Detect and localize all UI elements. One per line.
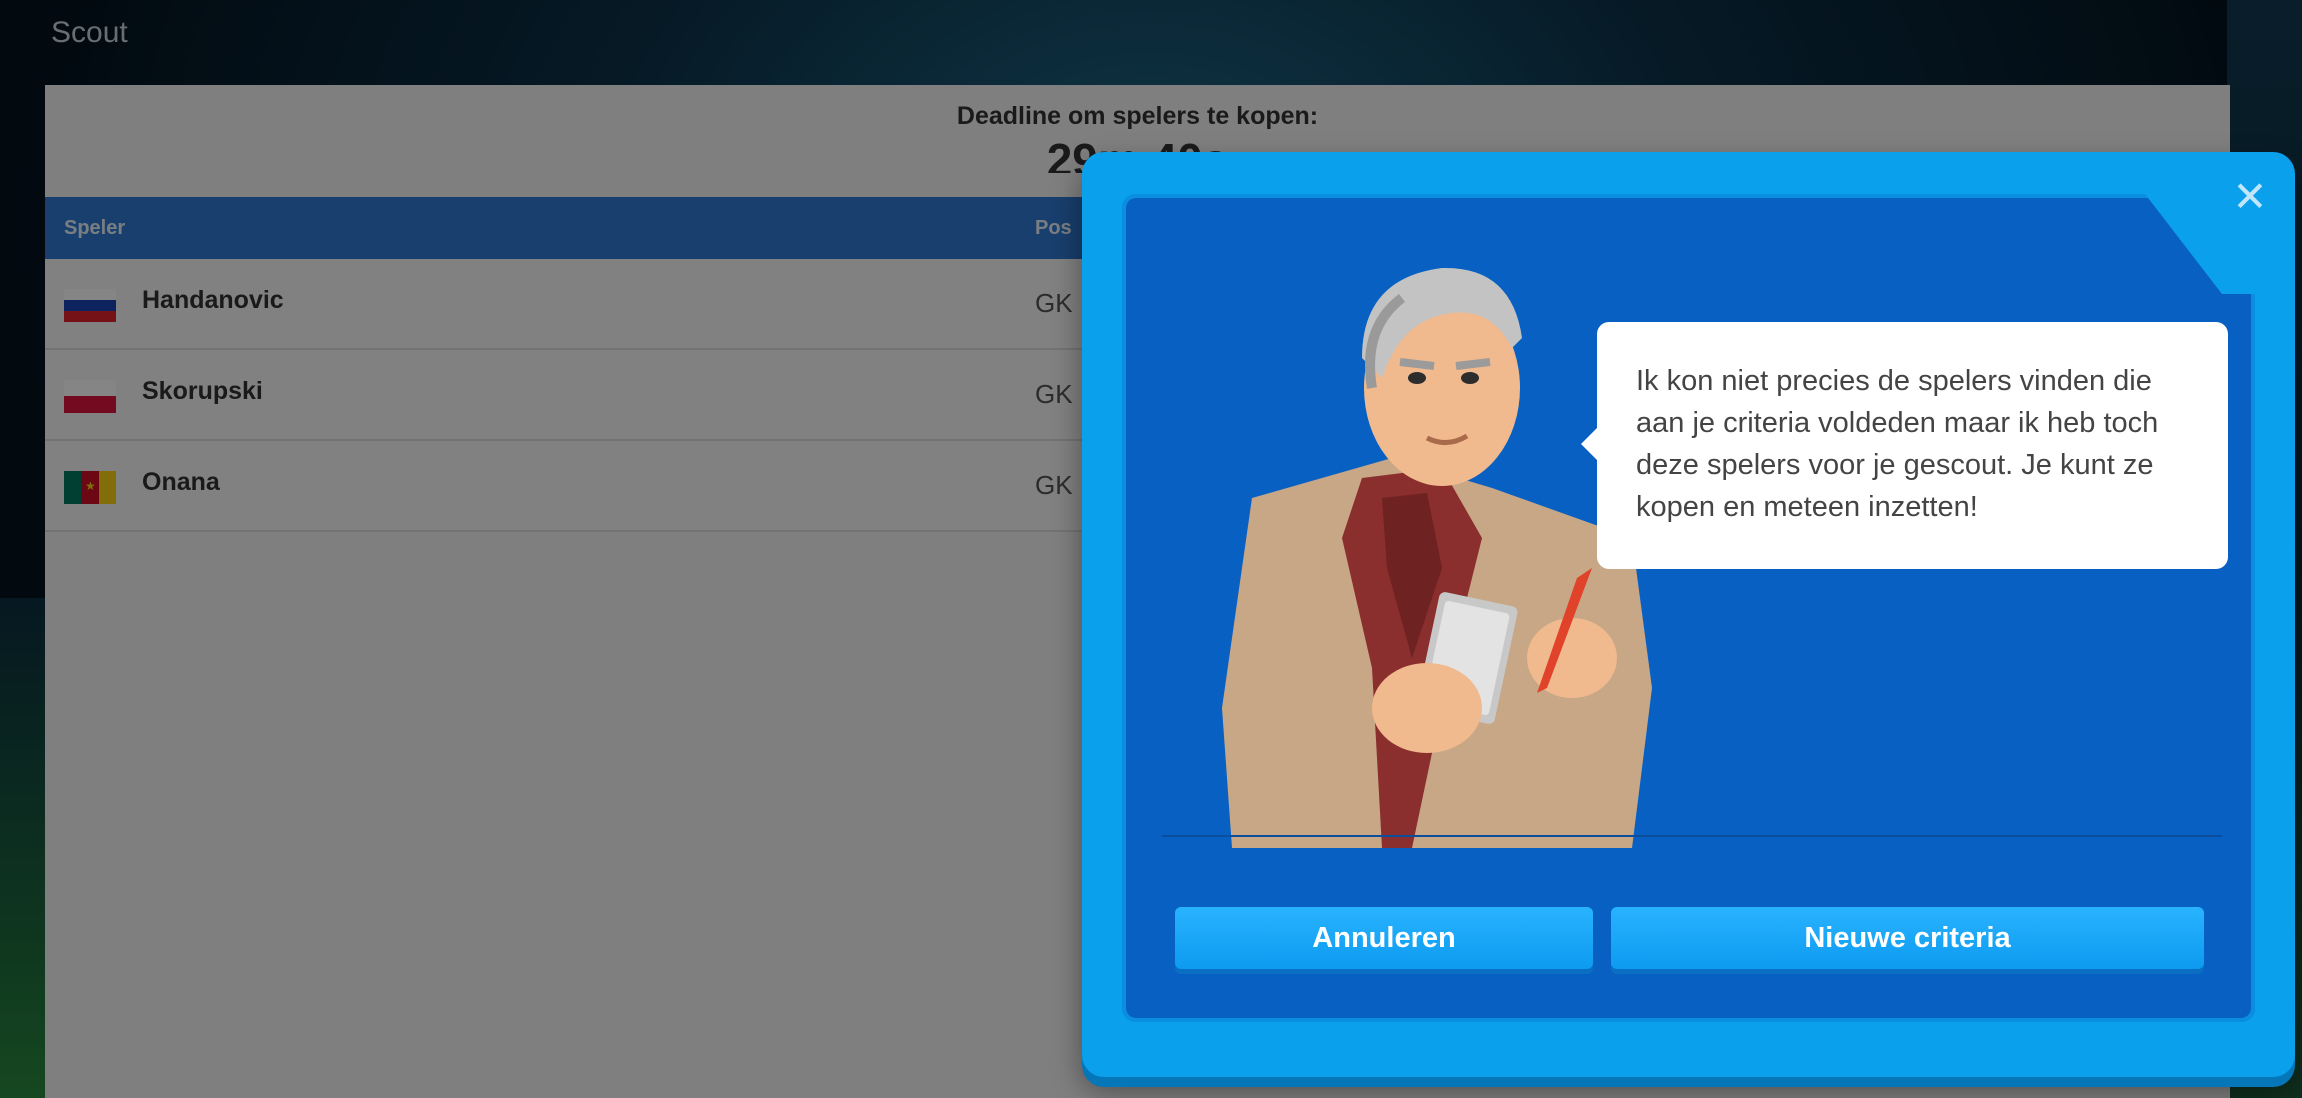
scout-dialog: Ik kon niet precies de spelers vinden di… bbox=[1082, 152, 2295, 1077]
close-icon[interactable]: ✕ bbox=[2230, 176, 2270, 218]
speech-bubble: Ik kon niet precies de spelers vinden di… bbox=[1581, 322, 2228, 569]
new-criteria-button[interactable]: Nieuwe criteria bbox=[1611, 907, 2204, 969]
cancel-button[interactable]: Annuleren bbox=[1175, 907, 1593, 969]
dialog-inner-panel: Ik kon niet precies de spelers vinden di… bbox=[1122, 194, 2255, 1022]
dialog-divider bbox=[1162, 835, 2222, 837]
scout-message: Ik kon niet precies de spelers vinden di… bbox=[1636, 365, 2159, 523]
